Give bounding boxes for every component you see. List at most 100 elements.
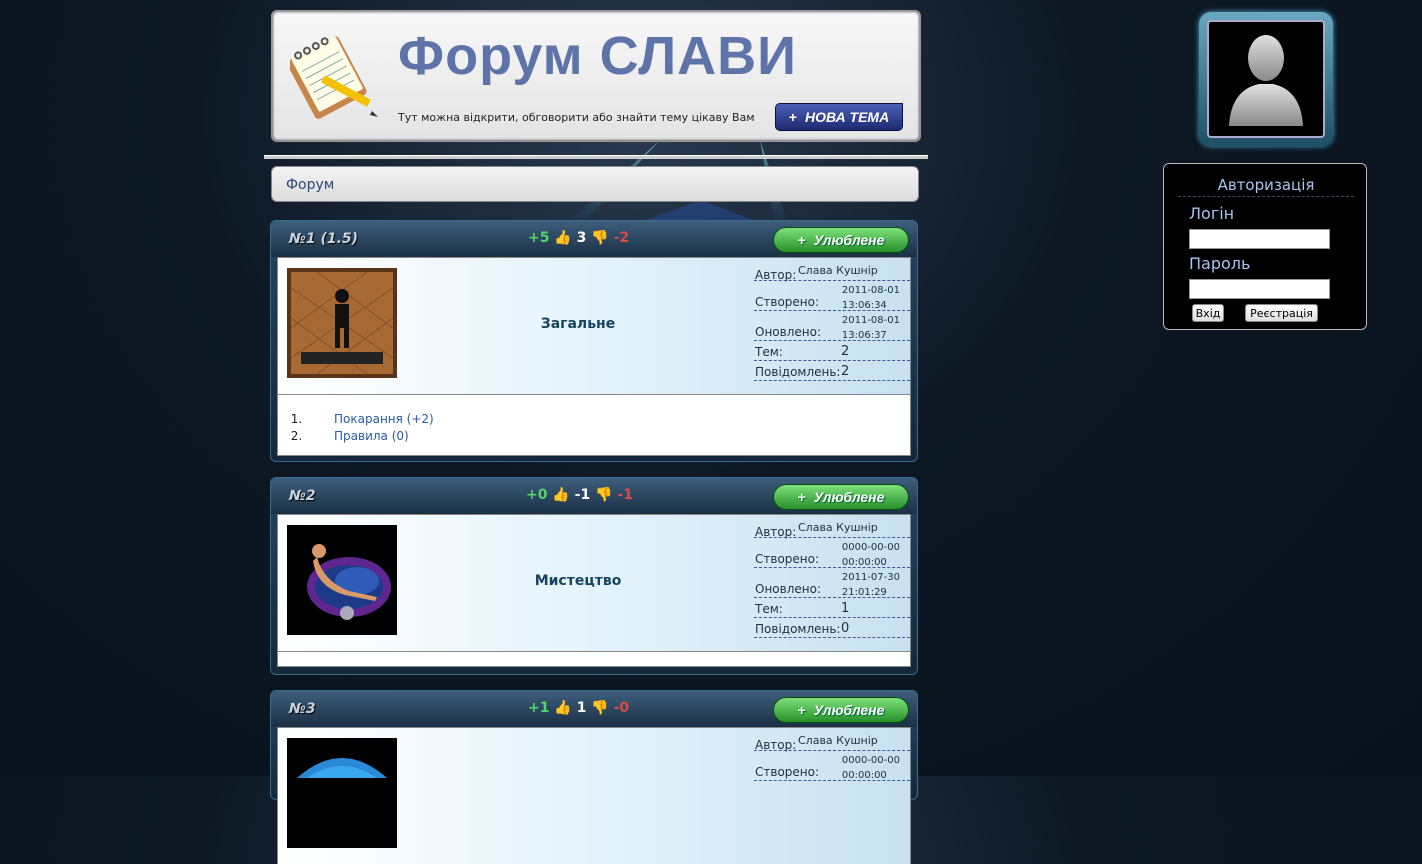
created-label: Створено: [755,765,820,779]
created-label: Створено: [755,295,820,309]
author-link[interactable]: Слава Кушнір [798,264,878,277]
list-item: Покарання (+2) [306,411,910,428]
thumbs-down-icon[interactable]: 👎 [595,487,612,503]
forum-block: №3 +1 👍 1 👎 -0 + Улюблене Автор: Слава Ку… [270,690,918,864]
created-time: 13:06:34 [841,300,887,311]
subforum-list: Покарання (+2) Правила (0) [277,394,911,456]
login-input[interactable] [1189,229,1330,249]
author-link[interactable]: Слава Кушнір [798,521,878,534]
updated-time: 21:01:29 [841,587,887,598]
created-time: 00:00:00 [841,557,887,568]
auth-title: Авторизація [1178,176,1354,197]
vote-summary: +1 👍 1 👎 -0 [528,700,629,716]
messages-count: 2 [841,364,850,379]
vote-score: 3 [576,230,587,246]
favorite-button[interactable]: + Улюблене [773,227,909,253]
favorite-label: Улюблене [813,702,885,718]
notepad-pencil-icon [290,36,378,119]
plus-icon: + [788,109,797,125]
forum-meta: Автор: Слава Кушнір Створено: 0000-00-00 00… [754,521,910,638]
forum-number: №1 (1.5) [289,231,359,247]
vote-score: 1 [576,700,587,716]
forum-block: №2 +0 👍 -1 👎 -1 + Улюблене Мистецтво Авт… [270,477,918,675]
forum-title-link[interactable]: Загальне [468,316,688,332]
subforum-link[interactable]: Правила (0) [334,429,409,443]
page-subtitle: Тут можна відкрити, обговорити або знайт… [398,111,755,124]
author-label: Автор: [755,738,797,752]
forum-header-bar: №1 (1.5) +5 👍 3 👎 -2 + Улюблене [271,221,917,257]
thumbs-up-icon[interactable]: 👍 [554,230,571,246]
breadcrumb: Форум [271,166,919,202]
updated-label: Оновлено: [755,325,821,339]
plus-icon: + [797,702,806,718]
page-title: Форум СЛАВИ [398,26,797,86]
breadcrumb-forum-link[interactable]: Форум [286,177,334,193]
plus-icon: + [797,232,806,248]
login-label: Логін [1189,204,1235,223]
login-button[interactable]: Вхід [1192,304,1224,322]
subforum-list [277,651,911,667]
list-item: Правила (0) [306,428,910,445]
forum-header-bar: №2 +0 👍 -1 👎 -1 + Улюблене [271,478,917,514]
messages-label: Повідомлень: [755,365,841,379]
forum-title-link[interactable]: Мистецтво [468,573,688,589]
forum-header-bar: №3 +1 👍 1 👎 -0 + Улюблене [271,691,917,727]
forum-image[interactable] [287,268,397,378]
thumbs-down-icon[interactable]: 👎 [591,700,608,716]
thumbs-up-icon[interactable]: 👍 [554,700,571,716]
avatar[interactable] [1199,12,1333,146]
minus-votes: -0 [613,700,630,716]
favorite-button[interactable]: + Улюблене [773,484,909,510]
updated-label: Оновлено: [755,582,821,596]
vote-summary: +5 👍 3 👎 -2 [528,230,629,246]
updated-time: 13:06:37 [841,330,887,341]
avatar-frame [1207,20,1325,138]
updated-date: 2011-07-30 [841,572,900,583]
password-label: Пароль [1189,254,1251,273]
vote-score: -1 [574,487,591,503]
plus-votes: +1 [528,700,550,716]
forum-meta: Автор: Слава Кушнір Створено: 2011-08-01 13… [754,264,910,381]
forum-block: №1 (1.5) +5 👍 3 👎 -2 + Улюблене Загальне [270,220,918,462]
created-date: 0000-00-00 [841,542,900,553]
password-input[interactable] [1189,279,1330,299]
register-button[interactable]: Реєстрація [1245,304,1318,322]
minus-votes: -1 [617,487,633,503]
thumbs-up-icon[interactable]: 👍 [552,487,569,503]
vote-summary: +0 👍 -1 👎 -1 [526,487,633,503]
favorite-button[interactable]: + Улюблене [773,697,909,723]
forum-image[interactable] [287,525,397,635]
topics-count: 1 [841,601,850,616]
topics-label: Тем: [755,602,783,616]
messages-label: Повідомлень: [755,622,841,636]
thumbs-down-icon[interactable]: 👎 [591,230,608,246]
forum-image[interactable] [287,738,397,848]
author-link[interactable]: Слава Кушнір [798,734,878,747]
user-silhouette-icon [1229,35,1303,126]
forum-number: №3 [289,701,316,717]
subforum-link[interactable]: Покарання (+2) [334,412,434,426]
topics-label: Тем: [755,345,783,359]
created-label: Створено: [755,552,820,566]
created-date: 2011-08-01 [841,285,900,296]
plus-votes: +5 [528,230,550,246]
topics-count: 2 [841,344,850,359]
forum-header: Форум СЛАВИ Тут можна відкрити, обговори… [271,10,921,142]
auth-panel: Авторизація Логін Пароль Вхід Реєстрація [1163,163,1367,330]
favorite-label: Улюблене [813,232,885,248]
plus-icon: + [797,489,806,505]
favorite-label: Улюблене [813,489,885,505]
updated-date: 2011-08-01 [841,315,900,326]
divider [264,155,928,159]
author-label: Автор: [755,268,797,282]
minus-votes: -2 [613,230,630,246]
forum-body: Загальне Автор: Слава Кушнір Створено: 201… [277,257,911,394]
messages-count: 0 [841,621,850,636]
forum-body: Автор: Слава Кушнір Створено: 0000-00-00 00… [277,727,911,864]
new-topic-button[interactable]: + НОВА ТЕМА [775,103,903,131]
forum-meta: Автор: Слава Кушнір Створено: 0000-00-00 00… [754,734,910,781]
author-label: Автор: [755,525,797,539]
forum-body: Мистецтво Автор: Слава Кушнір Створено: 00… [277,514,911,651]
created-date: 0000-00-00 [841,755,900,766]
plus-votes: +0 [526,487,548,503]
